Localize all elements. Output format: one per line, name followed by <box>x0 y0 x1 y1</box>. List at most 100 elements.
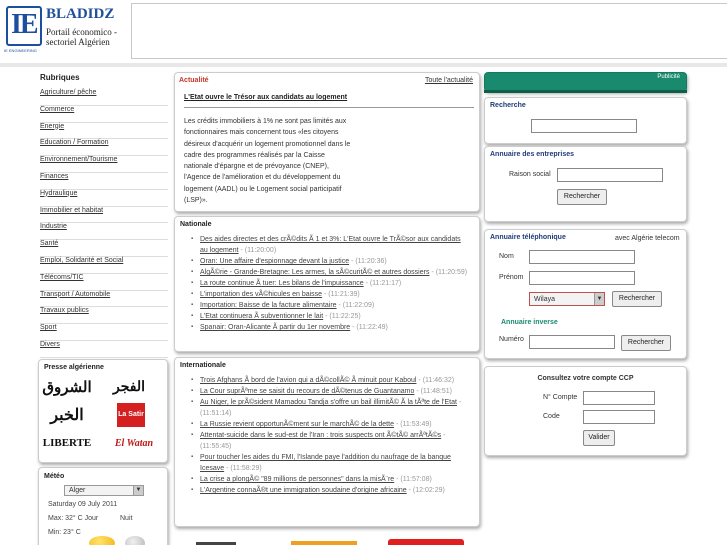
rubrique-link[interactable]: Divers <box>40 341 60 348</box>
compte-input[interactable] <box>583 391 655 405</box>
site-logo[interactable]: IE <box>6 6 42 46</box>
news-time: - (12:02:29) <box>408 487 445 494</box>
news-item: La Russie revient opportunÃ©ment sur le … <box>191 419 470 430</box>
newspaper-logo-elfadjr[interactable]: الفجر <box>109 376 149 398</box>
news-time: - (11:21:17) <box>365 280 402 287</box>
meteo-date: Saturday 09 July 2011 <box>48 501 118 508</box>
rubrique-link[interactable]: Télécoms/TIC <box>40 274 84 281</box>
rubrique-link[interactable]: Environnement/Tourisme <box>40 156 117 163</box>
prenom-input[interactable] <box>529 271 635 285</box>
news-link[interactable]: La crise a plongÃ© "89 millions de perso… <box>200 476 394 483</box>
wilaya-select[interactable]: Wilaya ▼ <box>529 292 605 306</box>
search-companies-button[interactable]: Rechercher <box>557 189 607 205</box>
search-input[interactable] <box>531 119 637 133</box>
nom-input[interactable] <box>529 250 635 264</box>
all-news-link[interactable]: Toute l'actualité <box>425 77 473 84</box>
newspaper-logo-echorouk[interactable]: الشروق <box>42 376 91 398</box>
nom-label: Nom <box>499 253 514 260</box>
news-link[interactable]: Attentat-suicide dans le sud-est de l'Ir… <box>200 432 441 439</box>
rubrique-link[interactable]: Santé <box>40 240 58 247</box>
banner-fragment <box>388 539 464 545</box>
internationale-news-list: Trois Afghans Ã bord de l'avion qui a dÃ… <box>191 375 470 496</box>
prenom-label: Prénom <box>499 274 524 281</box>
nationale-title: Nationale <box>180 221 212 228</box>
news-item: AlgÃ©rie - Grande-Bretagne: Les armes, l… <box>191 267 470 278</box>
news-link[interactable]: La route continue Ã tuer: Les bilans de … <box>200 280 364 287</box>
actualite-title: Actualité <box>179 77 209 84</box>
news-link[interactable]: AlgÃ©rie - Grande-Bretagne: Les armes, l… <box>200 269 429 276</box>
list-item: Education / Formation <box>40 139 168 157</box>
news-item: La crise a plongÃ© "89 millions de perso… <box>191 474 470 485</box>
recherche-title: Recherche <box>490 102 526 109</box>
news-link[interactable]: La Russie revient opportunÃ©ment sur le … <box>200 421 394 428</box>
recherche-panel: Recherche <box>484 97 687 144</box>
telecom-partner-label: avec Algérie telecom <box>615 235 680 242</box>
entreprises-panel: Annuaire des entreprises Raison social R… <box>484 146 687 222</box>
newspaper-logo-lasatir[interactable]: La Satir <box>117 403 145 427</box>
raison-social-label: Raison social <box>509 171 551 178</box>
news-link[interactable]: Au Niger, le prÃ©sident Mamadou Tandja s… <box>200 399 457 406</box>
city-select[interactable]: Alger ▼ <box>64 485 144 496</box>
search-phone-button[interactable]: Rechercher <box>612 291 662 307</box>
reverse-search-button[interactable]: Rechercher <box>621 335 671 351</box>
list-item: Santé <box>40 240 168 257</box>
valider-button[interactable]: Valider <box>583 430 615 446</box>
annuaire-inverse-title: Annuaire inverse <box>501 319 558 326</box>
list-item: Industrie <box>40 223 168 241</box>
news-time: - (11:48:51) <box>416 388 452 395</box>
news-time: - (11:46:32) <box>418 377 455 384</box>
chevron-down-icon: ▼ <box>594 293 604 305</box>
rubrique-link[interactable]: Finances <box>40 173 68 180</box>
rubrique-link[interactable]: Commerce <box>40 106 74 113</box>
site-tagline: Portail économico - sectoriel Algérien <box>46 27 136 47</box>
ccp-panel: Consultez votre compte CCP N° Compte Cod… <box>484 366 687 456</box>
rubrique-link[interactable]: Emploi, Solidarité et Social <box>40 257 123 264</box>
news-item: Pour toucher les aides du FMI, l'Islande… <box>191 452 470 474</box>
news-time: - (11:22:25) <box>325 313 361 320</box>
publicite-underline <box>484 90 687 93</box>
code-input[interactable] <box>583 410 655 424</box>
rubrique-link[interactable]: Education / Formation <box>40 139 108 146</box>
news-time: - (11:53:49) <box>395 421 432 428</box>
banner-fragment <box>291 541 357 545</box>
news-link[interactable]: La Cour suprÃªme se saisit du recours de… <box>200 388 414 395</box>
numero-input[interactable] <box>529 335 615 349</box>
newspaper-logo-liberte[interactable]: LIBERTE <box>43 432 92 454</box>
newspaper-logo-elwatan[interactable]: El Watan <box>109 432 159 454</box>
newspaper-logo-elkhabar[interactable]: الخبر <box>47 403 87 425</box>
site-brand[interactable]: BLADIDZ <box>46 6 114 23</box>
telephone-panel: Annuaire téléphonique avec Algérie telec… <box>484 229 687 359</box>
news-link[interactable]: L'Argentine connaÃ®t une immigration sou… <box>200 487 407 494</box>
publicite-banner[interactable]: Publicité <box>484 72 687 92</box>
news-link[interactable]: Importation: Baisse de la facture alimen… <box>200 302 337 309</box>
news-link[interactable]: L'Etat continuera Ã subventionner le lai… <box>200 313 323 320</box>
news-time: - (11:21:39) <box>324 291 360 298</box>
news-item: Attentat-suicide dans le sud-est de l'Ir… <box>191 430 470 452</box>
rubrique-link[interactable]: Energie <box>40 123 64 130</box>
meteo-title: Météo <box>44 473 65 480</box>
internationale-panel: Internationale Trois Afghans Ã bord de l… <box>174 357 480 527</box>
headline-link[interactable]: L'Etat ouvre le Trésor aux candidats au … <box>184 94 347 101</box>
news-link[interactable]: L'importation des vÃ©hicules en baisse <box>200 291 322 298</box>
rubrique-link[interactable]: Hydraulique <box>40 190 77 197</box>
rubrique-link[interactable]: Immobilier et habitat <box>40 207 103 214</box>
news-item: La route continue Ã tuer: Les bilans de … <box>191 278 470 289</box>
rubrique-link[interactable]: Transport / Automobile <box>40 291 110 298</box>
logo-letters: IE <box>11 9 39 40</box>
list-item: Télécoms/TIC <box>40 274 168 291</box>
news-link[interactable]: Trois Afghans Ã bord de l'avion qui a dÃ… <box>200 377 416 384</box>
news-time: - (11:20:59) <box>431 269 468 276</box>
rubrique-link[interactable]: Travaux publics <box>40 307 89 314</box>
telephone-title: Annuaire téléphonique <box>490 234 566 241</box>
raison-social-input[interactable] <box>557 168 663 182</box>
news-link[interactable]: Oran: Une affaire d'espionnage devant la… <box>200 258 349 265</box>
rubrique-link[interactable]: Sport <box>40 324 57 331</box>
news-link[interactable]: Spanair: Oran-Alicante Ã partir du 1er n… <box>200 324 350 331</box>
chevron-down-icon: ▼ <box>133 486 143 495</box>
news-item: Trois Afghans Ã bord de l'avion qui a dÃ… <box>191 375 470 386</box>
divider <box>184 107 474 108</box>
rubrique-link[interactable]: Industrie <box>40 223 67 230</box>
news-item: Spanair: Oran-Alicante Ã partir du 1er n… <box>191 322 470 333</box>
list-item: Environnement/Tourisme <box>40 156 168 173</box>
rubrique-link[interactable]: Agriculture/ pêche <box>40 89 96 96</box>
